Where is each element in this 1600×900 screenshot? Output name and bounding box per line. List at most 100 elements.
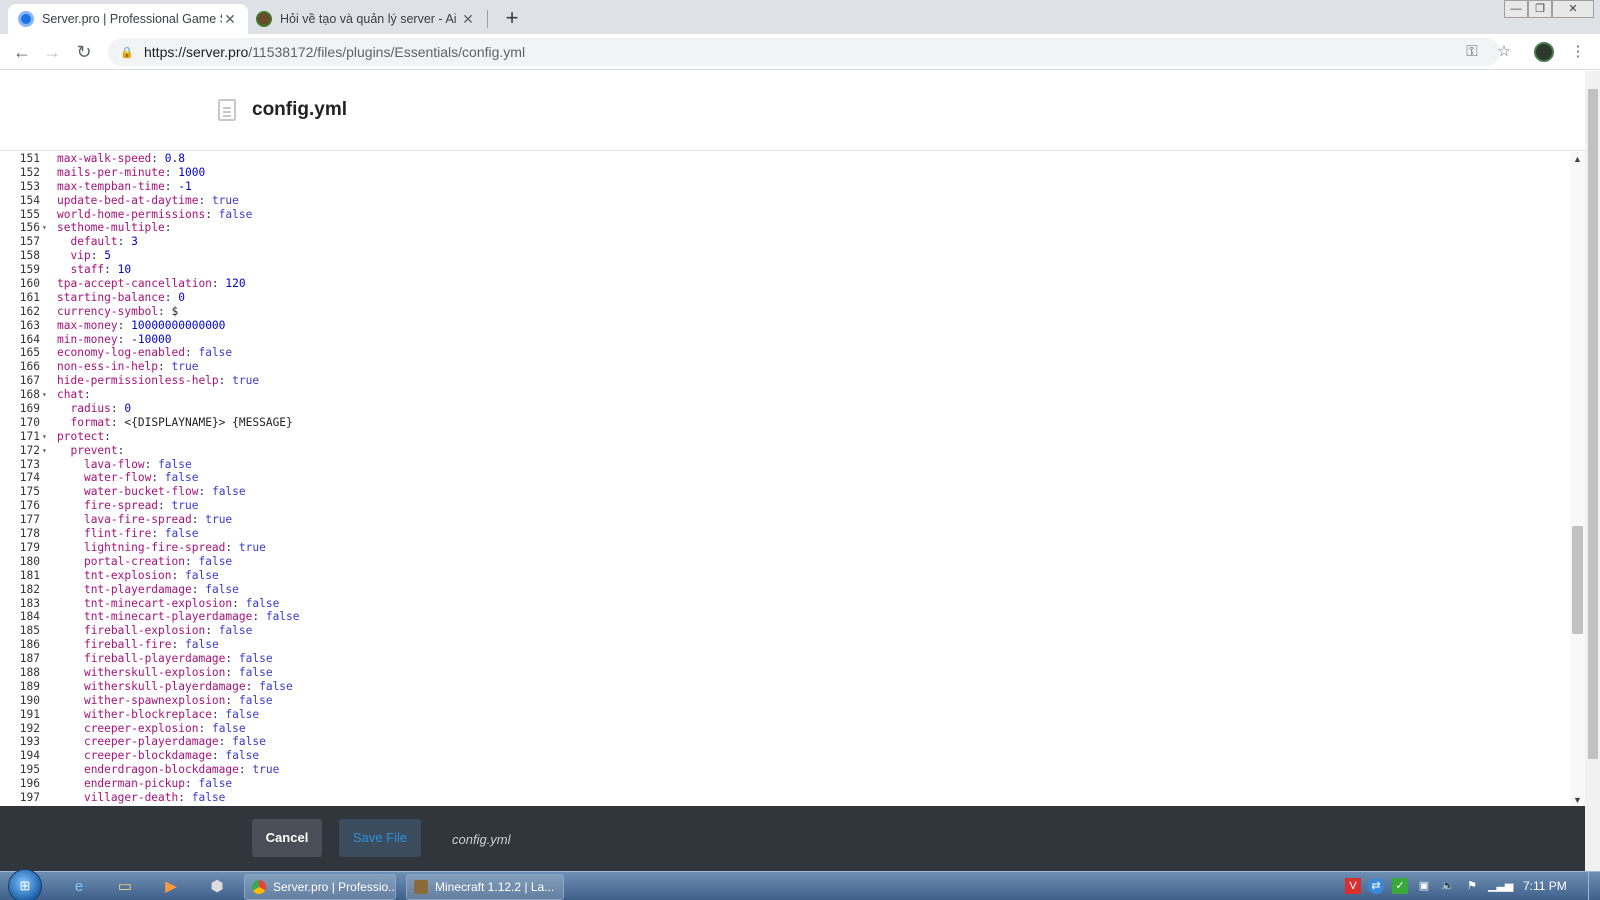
code-line[interactable]: 174 water-flow: false xyxy=(0,471,1570,485)
code-editor[interactable]: 151 max-walk-speed: 0.8 152 mails-per-minut… xyxy=(0,152,1570,807)
code-line[interactable]: 160 tpa-accept-cancellation: 120 xyxy=(0,277,1570,291)
code-line[interactable]: 163 max-money: 10000000000000 xyxy=(0,319,1570,333)
task-chrome[interactable]: Server.pro | Professio... xyxy=(244,874,396,900)
plus-icon[interactable]: + xyxy=(498,4,526,32)
code-line[interactable]: 193 creeper-playerdamage: false xyxy=(0,735,1570,749)
line-number: 184 xyxy=(19,610,40,624)
folder-icon[interactable]: ▭ xyxy=(114,876,136,898)
code-line[interactable]: 185 fireball-explosion: false xyxy=(0,624,1570,638)
close-tab-icon[interactable]: ✕ xyxy=(222,11,238,28)
page-scroll-thumb[interactable] xyxy=(1588,89,1598,759)
yaml-value: false xyxy=(259,679,293,693)
scroll-up-icon[interactable]: ▲ xyxy=(1570,154,1585,164)
code-line[interactable]: 191 wither-blockreplace: false xyxy=(0,708,1570,722)
code-line[interactable]: 154 update-bed-at-daytime: true xyxy=(0,194,1570,208)
yaml-key: fireball-explosion xyxy=(83,624,206,638)
code-line[interactable]: 183 tnt-minecart-explosion: false xyxy=(0,597,1570,611)
code-line[interactable]: 195 enderdragon-blockdamage: true xyxy=(0,763,1570,777)
code-line[interactable]: 151 max-walk-speed: 0.8 xyxy=(0,152,1570,166)
yaml-key: chat xyxy=(57,388,84,402)
page-scrollbar[interactable] xyxy=(1585,71,1600,871)
code-line[interactable]: 187 fireball-playerdamage: false xyxy=(0,652,1570,666)
forward-icon[interactable]: → xyxy=(40,40,64,64)
close-tab-icon[interactable]: ✕ xyxy=(460,11,476,28)
code-line[interactable]: 182 tnt-playerdamage: false xyxy=(0,583,1570,597)
code-line[interactable]: 152 mails-per-minute: 1000 xyxy=(0,166,1570,180)
code-line[interactable]: 162 currency-symbol: $ xyxy=(0,305,1570,319)
code-line[interactable]: 177 lava-fire-spread: true xyxy=(0,513,1570,527)
tab-serverpro[interactable]: Server.pro | Professional Game S ✕ xyxy=(8,4,248,34)
fold-arrow-icon[interactable]: ▾ xyxy=(42,221,52,235)
media-player-icon[interactable]: ▶ xyxy=(160,876,182,898)
task-minecraft[interactable]: Minecraft 1.12.2 | La... xyxy=(406,874,564,900)
code-line[interactable]: 155 world-home-permissions: false xyxy=(0,208,1570,222)
address-bar[interactable]: 🔒 https://server.pro/11538172/files/plug… xyxy=(108,38,1500,66)
clock[interactable]: 7:11 PM xyxy=(1523,879,1567,893)
code-line[interactable]: 181 tnt-explosion: false xyxy=(0,569,1570,583)
code-line[interactable]: 173 lava-flow: false xyxy=(0,458,1570,472)
code-line[interactable]: 166 non-ess-in-help: true xyxy=(0,360,1570,374)
yaml-key: tnt-minecart-explosion xyxy=(83,596,233,610)
device-icon[interactable]: ▣ xyxy=(1416,878,1432,894)
profile-avatar[interactable] xyxy=(1534,42,1554,62)
code-line[interactable]: 172 ▾ prevent: xyxy=(0,444,1570,458)
save-file-button[interactable]: Save File xyxy=(339,819,421,857)
antivirus-icon[interactable]: V xyxy=(1345,878,1361,894)
code-line[interactable]: 175 water-bucket-flow: false xyxy=(0,485,1570,499)
teamviewer-icon[interactable]: ⇄ xyxy=(1368,878,1384,894)
code-line[interactable]: 169 radius: 0 xyxy=(0,402,1570,416)
code-line[interactable]: 190 wither-spawnexplosion: false xyxy=(0,694,1570,708)
cancel-button[interactable]: Cancel xyxy=(252,819,322,857)
yaml-key: currency-symbol xyxy=(57,304,159,318)
volume-icon[interactable]: 🔈 xyxy=(1440,878,1456,894)
fold-arrow-icon[interactable]: ▾ xyxy=(42,430,52,444)
yaml-key: flint-fire xyxy=(83,527,152,541)
code-line[interactable]: 165 economy-log-enabled: false xyxy=(0,346,1570,360)
menu-dots-icon[interactable]: ⋮ xyxy=(1568,42,1588,62)
code-line[interactable]: 157 default: 3 xyxy=(0,235,1570,249)
code-line[interactable]: 161 starting-balance: 0 xyxy=(0,291,1570,305)
code-line[interactable]: 186 fireball-fire: false xyxy=(0,638,1570,652)
ie-icon[interactable]: e xyxy=(68,876,90,898)
code-line[interactable]: 171 ▾ protect: xyxy=(0,430,1570,444)
editor-scrollbar[interactable]: ▲ ▼ xyxy=(1570,152,1585,807)
code-line[interactable]: 176 fire-spread: true xyxy=(0,499,1570,513)
flag-icon[interactable]: ⚑ xyxy=(1464,878,1480,894)
code-line[interactable]: 188 witherskull-explosion: false xyxy=(0,666,1570,680)
network-icon[interactable]: ▁▃▅ xyxy=(1488,878,1513,894)
app-icon[interactable]: ⬢ xyxy=(206,876,228,898)
code-line[interactable]: 194 creeper-blockdamage: false xyxy=(0,749,1570,763)
code-line[interactable]: 153 max-tempban-time: -1 xyxy=(0,180,1570,194)
star-icon[interactable]: ☆ xyxy=(1494,42,1514,62)
code-line[interactable]: 159 staff: 10 xyxy=(0,263,1570,277)
code-line[interactable]: 158 vip: 5 xyxy=(0,249,1570,263)
fold-arrow-icon[interactable]: ▾ xyxy=(42,444,52,458)
close-window-icon[interactable]: ✕ xyxy=(1552,0,1594,18)
editor-scroll-thumb[interactable] xyxy=(1572,526,1583,634)
code-line[interactable]: 164 min-money: -10000 xyxy=(0,333,1570,347)
code-line[interactable]: 168 ▾ chat: xyxy=(0,388,1570,402)
code-line[interactable]: 179 lightning-fire-spread: true xyxy=(0,541,1570,555)
code-line[interactable]: 189 witherskull-playerdamage: false xyxy=(0,680,1570,694)
code-line[interactable]: 184 tnt-minecart-playerdamage: false xyxy=(0,610,1570,624)
code-line[interactable]: 196 enderman-pickup: false xyxy=(0,777,1570,791)
show-desktop-button[interactable] xyxy=(1588,872,1600,900)
key-icon[interactable]: ⚿ xyxy=(1462,42,1482,62)
start-button[interactable]: ⊞ xyxy=(8,869,42,900)
code-line[interactable]: 192 creeper-explosion: false xyxy=(0,722,1570,736)
reload-icon[interactable]: ↻ xyxy=(72,40,96,64)
minimize-icon[interactable]: — xyxy=(1504,0,1528,18)
scroll-down-icon[interactable]: ▼ xyxy=(1570,795,1585,805)
restore-icon[interactable]: ❐ xyxy=(1528,0,1552,18)
code-line[interactable]: 180 portal-creation: false xyxy=(0,555,1570,569)
code-line[interactable]: 167 hide-permissionless-help: true xyxy=(0,374,1570,388)
fold-arrow-icon[interactable]: ▾ xyxy=(42,388,52,402)
tab-forum[interactable]: Hỏi về tạo và quản lý server - Ai ✕ xyxy=(246,4,486,34)
code-line[interactable]: 156 ▾ sethome-multiple: xyxy=(0,221,1570,235)
code-line[interactable]: 197 villager-death: false xyxy=(0,791,1570,805)
back-icon[interactable]: ← xyxy=(10,40,34,64)
security-check-icon[interactable]: ✓ xyxy=(1392,878,1408,894)
code-line[interactable]: 178 flint-fire: false xyxy=(0,527,1570,541)
code-line[interactable]: 170 format: <{DISPLAYNAME}> {MESSAGE} xyxy=(0,416,1570,430)
